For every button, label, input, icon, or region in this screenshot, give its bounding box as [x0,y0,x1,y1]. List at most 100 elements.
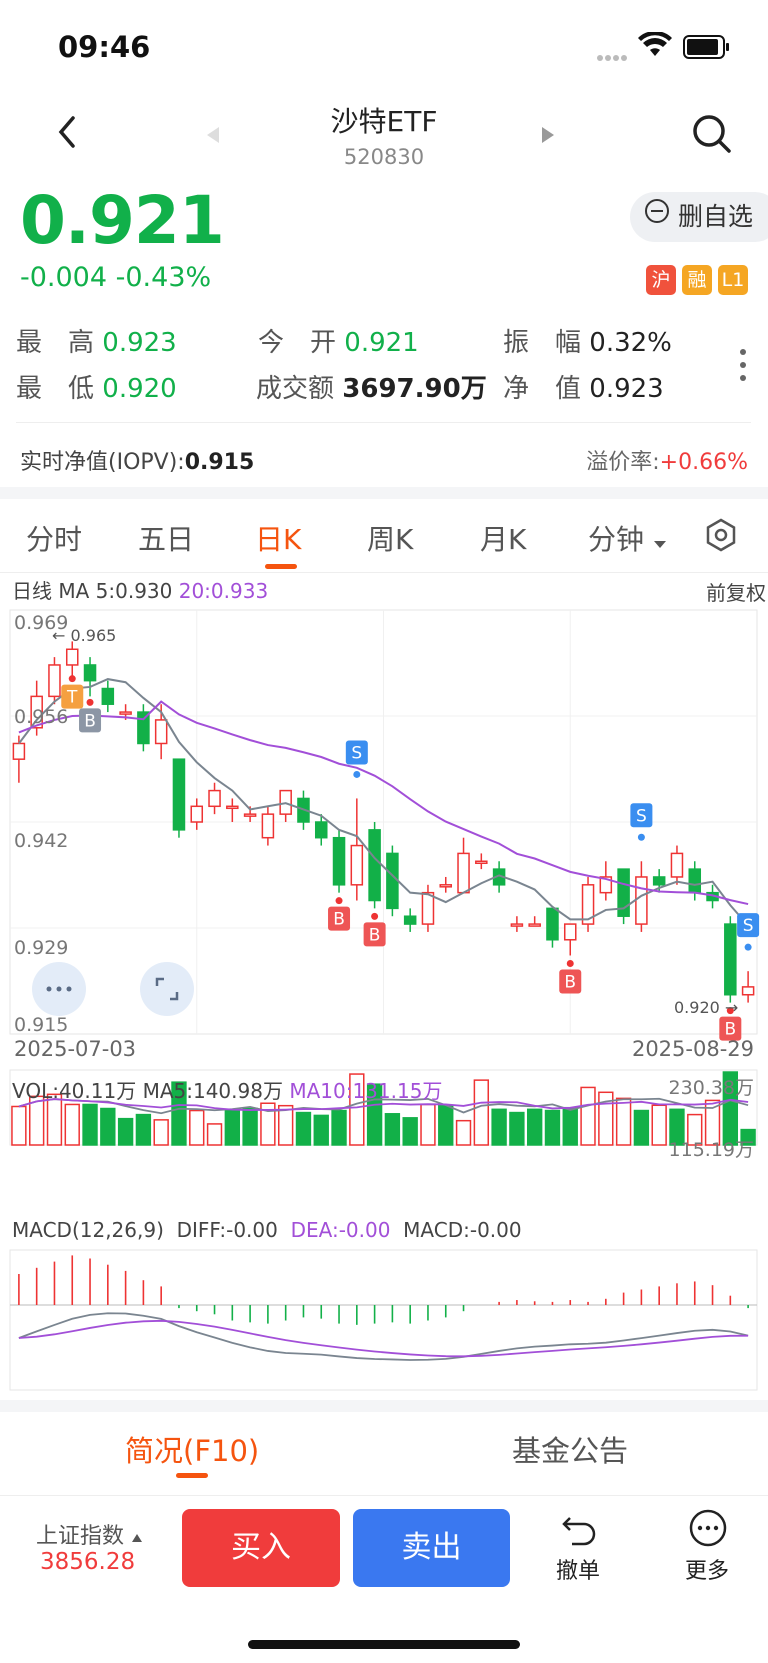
tab-fund-notices[interactable]: 基金公告 [512,1428,628,1470]
divider [0,1495,768,1496]
change-percent: -0.43% [115,262,212,293]
volume-bar [64,1103,80,1146]
vol-mid: 115.19万 [668,1139,754,1161]
candle-body [652,876,666,886]
y-label: 0.929 [14,937,69,959]
volume-bar [384,1113,401,1146]
undo-icon [562,1517,596,1546]
signal-dot [744,943,752,951]
tag-shanghai: 沪 [646,265,676,295]
candle-body [386,852,399,910]
vol-max: 230.38万 [668,1077,754,1099]
price-change: -0.004 -0.43% [20,262,211,293]
volume-bar [295,1111,312,1146]
expand-icon [155,977,179,1001]
signal-dot [353,770,361,778]
signal-dot [371,912,379,920]
candle-body [332,836,346,886]
candle-body [724,923,737,996]
candle-body [119,711,132,715]
stat-high: 最 高 0.923 [16,328,177,358]
current-price: 0.921 [20,182,225,259]
tab-minute[interactable]: 分钟 [588,518,667,558]
signal-label: T [66,688,78,708]
minus-circle-icon [644,191,670,241]
settings-icon[interactable] [705,518,737,556]
candle-body [261,813,275,839]
stat-open: 今 开 0.921 [258,328,419,358]
volume-bar [562,1106,578,1146]
signal-label: B [564,972,576,992]
volume-bar [544,1109,561,1146]
index-value: 3856.28 [40,1549,136,1575]
volume-bar [206,1123,223,1146]
signal-label: S [351,743,362,763]
candle-body [457,852,470,894]
candle-body [350,844,364,886]
candle-body [226,805,239,810]
start-date: 2025-07-03 [14,1037,137,1061]
candle-body [688,868,702,894]
signal-dot [68,675,76,683]
volume-bar [491,1108,507,1146]
next-stock-icon[interactable] [540,126,556,148]
volume-bar [100,1107,116,1146]
volume-bar [402,1117,418,1146]
vol-legend: VOL:40.11万 MA5:140.98万 MA10:131.15万 [12,1079,443,1103]
tab-five-day[interactable]: 五日 [138,518,194,558]
undo-order-button[interactable] [555,1508,605,1552]
candle-body [101,687,115,705]
tag-margin: 融 [682,265,712,295]
tab-intraday[interactable]: 分时 [26,518,82,558]
y-label: 0.956 [14,706,69,728]
fullscreen-button[interactable] [140,962,194,1016]
search-icon[interactable] [692,114,732,158]
tab-weekly-k[interactable]: 周K [367,518,413,558]
macd-legend: MACD(12,26,9) DIFF:-0.00 DEA:-0.00 MACD:… [12,1218,522,1242]
candle-body [190,805,204,823]
tab-daily-k[interactable]: 日K [255,518,301,558]
more-vertical-icon[interactable] [738,348,748,386]
high-marker: ← 0.965 [52,626,117,645]
stock-code: 520830 [343,145,425,169]
candle-body [670,852,684,878]
candle-body [635,876,648,925]
tag-level1: L1 [718,265,748,295]
volume-bar [420,1103,436,1146]
remove-watchlist-label: 删自选 [677,202,753,231]
signal-label: B [333,910,345,930]
tab-f10-overview[interactable]: 简况(F10) [125,1428,259,1470]
section-gap [0,487,768,499]
kline-chart[interactable]: TBSBBBSSB [0,600,768,1400]
remove-watchlist-button[interactable]: 删自选 [630,192,768,242]
low-marker: 0.920 → [674,998,739,1017]
more-button[interactable] [688,1508,728,1552]
candle-body [12,742,26,760]
volume-bar [11,1105,27,1146]
tab-indicator [265,564,297,569]
status-time: 09:46 [58,30,151,64]
volume-bar [242,1107,258,1146]
signal-label: B [84,711,96,731]
index-name[interactable]: 上证指数 [36,1518,143,1550]
tab-monthly-k[interactable]: 月K [480,518,526,558]
candle-body [83,664,97,682]
volume-bar [473,1079,490,1146]
candle-body [403,915,417,925]
change-value: -0.004 [20,262,108,293]
divider [16,422,751,423]
volume-bar [135,1113,152,1146]
chart-more-button[interactable] [32,962,86,1016]
candle-body [563,923,577,941]
signal-icon [597,48,627,67]
volume-bar [438,1104,454,1146]
caret-down-icon [653,523,667,556]
candle-body [48,664,61,698]
signal-dot [637,833,645,841]
sell-button[interactable]: 卖出 [353,1509,510,1587]
buy-button[interactable]: 买入 [182,1509,340,1587]
battery-icon [683,35,731,63]
candle-body [421,891,435,925]
undo-label: 撤单 [556,1559,601,1584]
candle-body [528,923,541,927]
